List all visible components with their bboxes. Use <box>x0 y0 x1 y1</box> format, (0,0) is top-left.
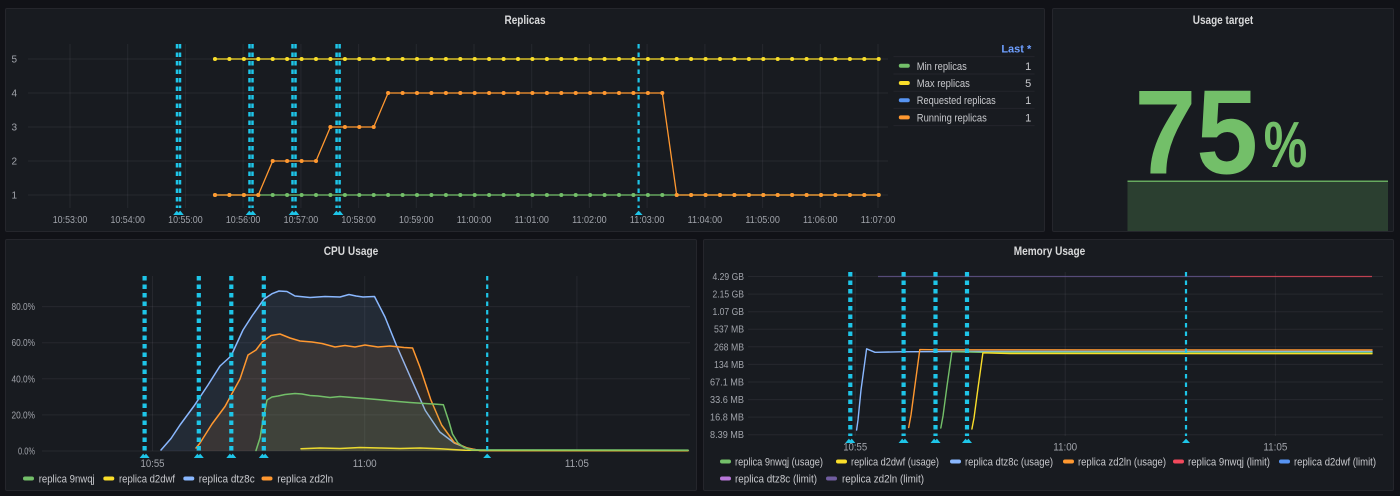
svg-text:4.29 GB: 4.29 GB <box>713 271 745 283</box>
svg-text:67.1 MB: 67.1 MB <box>710 377 744 389</box>
svg-text:replica zd2ln: replica zd2ln <box>277 474 333 486</box>
svg-text:11:04:00: 11:04:00 <box>688 214 723 226</box>
svg-text:Last *: Last * <box>1001 44 1032 56</box>
svg-text:33.6 MB: 33.6 MB <box>710 394 744 406</box>
svg-text:11:05: 11:05 <box>1263 442 1287 454</box>
svg-text:1: 1 <box>1025 61 1031 73</box>
svg-text:5: 5 <box>1025 78 1031 90</box>
svg-text:Memory Usage: Memory Usage <box>1014 244 1086 258</box>
svg-text:Requested replicas: Requested replicas <box>917 95 996 107</box>
svg-text:10:54:00: 10:54:00 <box>110 214 145 226</box>
svg-text:10:58:00: 10:58:00 <box>341 214 376 226</box>
svg-text:Max replicas: Max replicas <box>917 78 970 90</box>
svg-text:4: 4 <box>11 89 17 100</box>
svg-text:2.15 GB: 2.15 GB <box>713 289 745 301</box>
svg-text:16.8 MB: 16.8 MB <box>710 412 744 424</box>
svg-text:10:53:00: 10:53:00 <box>53 214 88 226</box>
svg-text:replica d2dwf (usage): replica d2dwf (usage) <box>851 457 939 469</box>
svg-text:replica zd2ln (limit): replica zd2ln (limit) <box>842 474 924 486</box>
svg-text:%: % <box>1264 108 1308 181</box>
svg-text:replica dtz8c (limit): replica dtz8c (limit) <box>735 474 817 486</box>
svg-text:10:55:00: 10:55:00 <box>168 214 203 226</box>
svg-text:40.0%: 40.0% <box>12 373 36 385</box>
svg-text:1.07 GB: 1.07 GB <box>713 306 745 318</box>
svg-text:CPU Usage: CPU Usage <box>324 244 379 258</box>
svg-text:10:59:00: 10:59:00 <box>399 214 434 226</box>
svg-text:3: 3 <box>11 123 17 134</box>
svg-text:11:07:00: 11:07:00 <box>861 214 896 226</box>
svg-text:replica d2dwf: replica d2dwf <box>119 474 176 486</box>
svg-text:10:55: 10:55 <box>843 442 867 454</box>
svg-text:0.0%: 0.0% <box>18 446 35 458</box>
svg-text:Replicas: Replicas <box>505 13 546 27</box>
svg-text:537 MB: 537 MB <box>714 324 744 336</box>
svg-text:11:00: 11:00 <box>1053 442 1077 454</box>
svg-text:replica 9nwqj (usage): replica 9nwqj (usage) <box>735 457 823 469</box>
svg-text:11:05: 11:05 <box>565 458 589 470</box>
svg-text:2: 2 <box>11 157 17 168</box>
svg-text:10:55: 10:55 <box>141 458 165 470</box>
svg-text:11:00:00: 11:00:00 <box>457 214 492 226</box>
svg-text:replica d2dwf (limit): replica d2dwf (limit) <box>1294 457 1376 469</box>
svg-text:268 MB: 268 MB <box>714 341 744 353</box>
svg-text:10:56:00: 10:56:00 <box>226 214 261 226</box>
svg-text:11:01:00: 11:01:00 <box>514 214 549 226</box>
svg-text:60.0%: 60.0% <box>12 337 36 349</box>
svg-text:5: 5 <box>11 55 17 66</box>
svg-text:11:00: 11:00 <box>353 458 377 470</box>
svg-text:8.39 MB: 8.39 MB <box>710 429 744 441</box>
svg-text:1: 1 <box>1025 95 1031 107</box>
svg-text:replica dtz8c (usage): replica dtz8c (usage) <box>965 457 1053 469</box>
svg-text:Min replicas: Min replicas <box>917 61 967 73</box>
svg-text:1: 1 <box>11 191 17 202</box>
svg-text:Usage target: Usage target <box>1193 13 1254 27</box>
svg-text:11:02:00: 11:02:00 <box>572 214 607 226</box>
svg-text:134 MB: 134 MB <box>714 359 744 371</box>
svg-text:replica zd2ln (usage): replica zd2ln (usage) <box>1078 457 1166 469</box>
svg-text:11:06:00: 11:06:00 <box>803 214 838 226</box>
svg-text:11:05:00: 11:05:00 <box>745 214 780 226</box>
svg-text:replica dtz8c: replica dtz8c <box>199 474 255 486</box>
svg-text:10:57:00: 10:57:00 <box>284 214 319 226</box>
svg-text:Running replicas: Running replicas <box>917 112 987 124</box>
svg-text:75: 75 <box>1135 66 1259 200</box>
svg-text:11:03:00: 11:03:00 <box>630 214 665 226</box>
svg-text:replica 9nwqj (limit): replica 9nwqj (limit) <box>1188 457 1270 469</box>
svg-text:1: 1 <box>1025 112 1031 124</box>
svg-text:replica 9nwqj: replica 9nwqj <box>39 474 95 486</box>
svg-text:80.0%: 80.0% <box>12 301 36 313</box>
svg-text:20.0%: 20.0% <box>12 409 36 421</box>
